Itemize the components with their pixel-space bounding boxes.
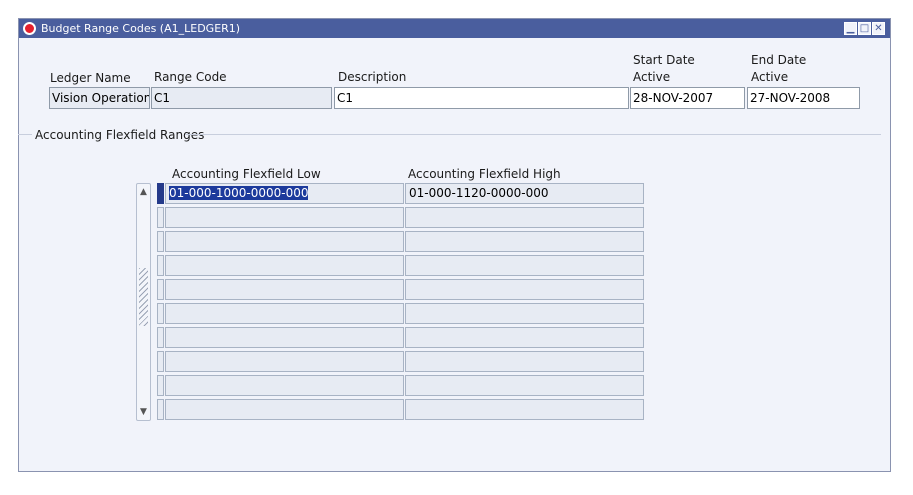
start-date-label-line1: Start Date [633, 53, 695, 67]
flexfield-high-cell[interactable] [405, 375, 644, 396]
description-label: Description [338, 70, 407, 84]
row-selector[interactable] [157, 279, 164, 300]
flexfield-high-cell[interactable] [405, 207, 644, 228]
flexfield-low-cell[interactable] [165, 279, 404, 300]
window-title: Budget Range Codes (A1_LEDGER1) [41, 22, 241, 35]
scroll-grip-handle[interactable] [139, 268, 148, 326]
minimize-icon[interactable]: ▁ [844, 22, 857, 35]
row-selector[interactable] [157, 327, 164, 348]
description-field[interactable]: C1 [334, 87, 629, 109]
start-date-active-field[interactable]: 28-NOV-2007 [630, 87, 745, 109]
row-selector[interactable] [157, 255, 164, 276]
section-divider [185, 134, 881, 135]
flexfield-low-cell[interactable] [165, 375, 404, 396]
flexfield-low-cell[interactable] [165, 255, 404, 276]
column-header-low: Accounting Flexfield Low [172, 167, 321, 181]
row-selector[interactable] [157, 303, 164, 324]
close-icon[interactable]: ✕ [872, 22, 885, 35]
end-date-active-field[interactable]: 27-NOV-2008 [747, 87, 860, 109]
oracle-app-icon [23, 22, 36, 35]
flexfield-high-cell[interactable] [405, 255, 644, 276]
range-code-field[interactable]: C1 [151, 87, 332, 109]
flexfield-high-cell[interactable] [405, 399, 644, 420]
flexfield-low-cell[interactable] [165, 351, 404, 372]
ledger-name-field[interactable]: Vision Operation [49, 87, 150, 109]
section-divider-left [18, 134, 32, 135]
ledger-name-label: Ledger Name [50, 71, 131, 85]
flexfield-low-cell[interactable] [165, 327, 404, 348]
flexfield-high-cell[interactable] [405, 279, 644, 300]
flexfield-low-cell[interactable] [165, 399, 404, 420]
column-header-high: Accounting Flexfield High [408, 167, 561, 181]
flexfield-low-cell[interactable]: 01-000-1000-0000-000 [165, 183, 404, 204]
flexfield-low-value: 01-000-1000-0000-000 [169, 186, 309, 200]
accounting-flexfield-ranges-heading: Accounting Flexfield Ranges [35, 128, 205, 142]
flexfield-low-cell[interactable] [165, 303, 404, 324]
flexfield-high-cell[interactable]: 01-000-1120-0000-000 [405, 183, 644, 204]
flexfield-high-cell[interactable] [405, 327, 644, 348]
maximize-icon[interactable]: □ [858, 22, 871, 35]
end-date-label-line1: End Date [751, 53, 807, 67]
row-selector[interactable] [157, 207, 164, 228]
flexfield-high-cell[interactable] [405, 351, 644, 372]
flexfield-low-cell[interactable] [165, 207, 404, 228]
end-date-label-line2: Active [751, 70, 789, 84]
title-bar[interactable]: Budget Range Codes (A1_LEDGER1) ▁ □ ✕ [19, 19, 890, 38]
row-selector[interactable] [157, 351, 164, 372]
flexfield-high-cell[interactable] [405, 303, 644, 324]
row-selector[interactable] [157, 399, 164, 420]
flexfield-low-cell[interactable] [165, 231, 404, 252]
flexfield-high-cell[interactable] [405, 231, 644, 252]
scroll-down-icon[interactable]: ▼ [137, 405, 150, 419]
start-date-label-line2: Active [633, 70, 671, 84]
grid-vertical-scrollbar[interactable]: ▲ ▼ [136, 183, 151, 421]
range-code-label: Range Code [154, 70, 227, 84]
row-selector[interactable] [157, 231, 164, 252]
row-selector[interactable] [157, 375, 164, 396]
scroll-up-icon[interactable]: ▲ [137, 185, 150, 199]
row-selector-1[interactable] [157, 183, 164, 204]
